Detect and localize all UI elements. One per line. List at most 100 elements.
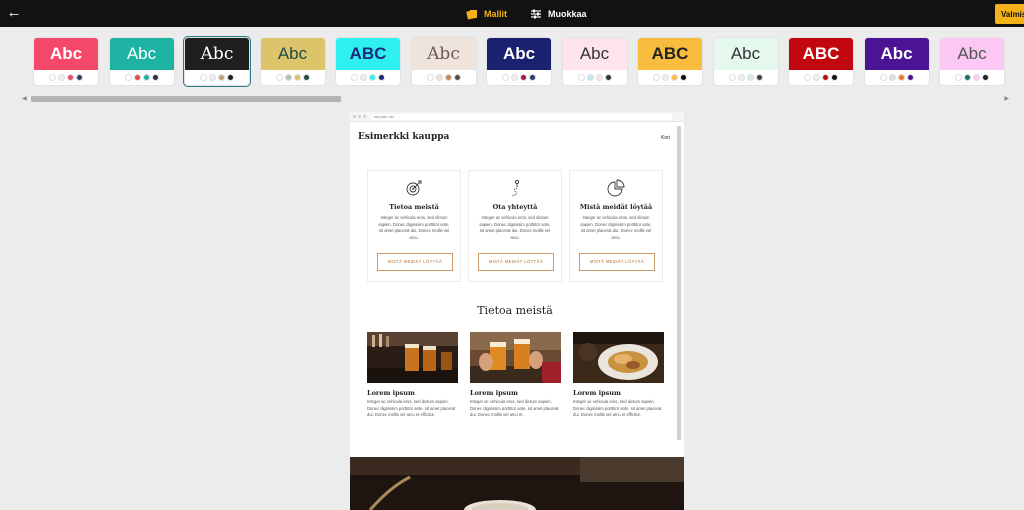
- theme-palette: [789, 70, 853, 85]
- theme-card[interactable]: Abc: [713, 38, 778, 85]
- tab-templates[interactable]: Mallit: [466, 7, 507, 21]
- palette-dot: [444, 74, 452, 81]
- site-preview: tarjoatu.net Esimerkki kauppa Kori Tieto…: [350, 112, 684, 510]
- theme-palette: [412, 70, 476, 85]
- theme-card[interactable]: ABC: [336, 38, 400, 85]
- palette-dot: [888, 74, 896, 81]
- url-bar: tarjoatu.net: [372, 113, 672, 120]
- post-card: Lorem ipsum Integer ac vehicula eros, se…: [470, 332, 561, 419]
- post-card: Lorem ipsum Integer ac vehicula eros, se…: [573, 332, 664, 419]
- theme-sample-text: Abc: [864, 38, 929, 70]
- palette-dot: [529, 74, 536, 81]
- target-icon: [406, 180, 422, 196]
- theme-sample-text: Abc: [260, 38, 325, 70]
- palette-dot: [435, 74, 443, 81]
- palette-dot: [653, 74, 660, 81]
- theme-card[interactable]: Abc: [183, 36, 251, 87]
- post-card: Lorem ipsum Integer ac vehicula eros, se…: [367, 332, 458, 419]
- theme-card[interactable]: Abc: [260, 38, 325, 85]
- palette-dot: [755, 74, 763, 81]
- palette-dot: [822, 74, 829, 81]
- theme-sample-text: Abc: [411, 38, 476, 70]
- beer-glasses-photo: [367, 332, 458, 383]
- palette-dot: [746, 74, 754, 81]
- window-dot-icon: [353, 115, 356, 118]
- palette-dot: [737, 74, 745, 81]
- theme-card[interactable]: Abc: [411, 38, 476, 85]
- pie-chart-icon: [607, 179, 625, 197]
- palette-dot: [879, 74, 887, 81]
- theme-card[interactable]: Abc: [109, 38, 174, 85]
- palette-dot: [595, 74, 603, 81]
- theme-palette: [638, 70, 702, 85]
- find-us-button[interactable]: MISTÄ MEIDÄT LÖYTÄÄ: [579, 253, 655, 271]
- palette-dot: [49, 74, 56, 81]
- palette-dot: [804, 74, 811, 81]
- palette-dot: [906, 74, 914, 81]
- tab-edit[interactable]: Muokkaa: [530, 7, 587, 21]
- preview-scrollbar[interactable]: [677, 126, 681, 440]
- palette-dot: [586, 74, 594, 81]
- theme-card[interactable]: Abc: [940, 38, 1004, 85]
- site-title: Esimerkki kauppa: [358, 132, 450, 142]
- palette-dot: [209, 74, 216, 81]
- palette-dot: [662, 74, 669, 81]
- scroll-left-icon[interactable]: ◀: [22, 95, 27, 102]
- palette-dot: [275, 74, 283, 81]
- theme-card[interactable]: ABC: [638, 38, 702, 85]
- palette-dot: [76, 74, 83, 81]
- palette-dot: [453, 74, 461, 81]
- post-title: Lorem ipsum: [573, 389, 621, 397]
- palette-dot: [671, 74, 678, 81]
- palette-dot: [369, 74, 376, 81]
- arrow-left-icon[interactable]: ←: [6, 5, 22, 21]
- theme-palette: [714, 70, 778, 85]
- palette-dot: [897, 74, 905, 81]
- feature-title: Tietoa meistä: [389, 203, 439, 211]
- theme-palette: [34, 70, 98, 85]
- palette-dot: [302, 74, 310, 81]
- horizontal-scrollbar[interactable]: ◀ ▶: [22, 96, 1009, 102]
- find-us-button[interactable]: MISTÄ MEIDÄT LÖYTÄÄ: [377, 253, 453, 271]
- theme-card[interactable]: Abc: [864, 38, 929, 85]
- palette-dot: [728, 74, 736, 81]
- scroll-right-icon[interactable]: ▶: [1004, 95, 1009, 102]
- feature-text: Integer ac vehicula eros, sed dictum sap…: [378, 215, 450, 240]
- theme-palette: [563, 70, 627, 85]
- theme-card[interactable]: Abc: [562, 38, 627, 85]
- palette-dot: [360, 74, 367, 81]
- palette-dot: [973, 74, 980, 81]
- post-text: Integer ac vehicula eros, sed dictum sap…: [367, 399, 456, 417]
- theme-card[interactable]: Abc: [34, 38, 98, 85]
- palette-dot: [58, 74, 65, 81]
- feature-card: Tietoa meistä Integer ac vehicula eros, …: [367, 170, 461, 282]
- sliders-icon: [531, 9, 541, 19]
- post-title: Lorem ipsum: [470, 389, 518, 397]
- palette-dot: [124, 74, 132, 81]
- palette-dot: [502, 74, 509, 81]
- cart-link[interactable]: Kori: [661, 135, 670, 141]
- palette-dot: [142, 74, 150, 81]
- theme-card[interactable]: ABC: [789, 38, 853, 85]
- theme-picker: Abc Abc Abc Abc ABC Abc Abc Abc ABC Abc ABC Abc Abc …: [0, 27, 1024, 105]
- food-plate-photo: [573, 332, 664, 383]
- top-bar: ← Mallit Muokkaa Valmis: [0, 0, 1024, 27]
- window-dot-icon: [358, 115, 361, 118]
- feature-card: Mistä meidät löytää Integer ac vehicula …: [569, 170, 663, 282]
- theme-palette: [185, 70, 249, 85]
- palette-dot: [284, 74, 292, 81]
- theme-palette: [940, 70, 1004, 85]
- done-button[interactable]: Valmis: [995, 4, 1024, 24]
- palette-dot: [520, 74, 527, 81]
- theme-sample-text: Abc: [487, 38, 551, 70]
- theme-palette: [336, 70, 400, 85]
- scrollbar-thumb[interactable]: [31, 96, 341, 102]
- theme-card[interactable]: Abc: [487, 38, 551, 85]
- theme-palette: [261, 70, 325, 85]
- find-us-button[interactable]: MISTÄ MEIDÄT LÖYTÄÄ: [478, 253, 554, 271]
- post-text: Integer ac vehicula eros, sed dictum sap…: [470, 399, 559, 417]
- theme-sample-text: ABC: [638, 38, 702, 70]
- theme-sample-text: ABC: [336, 38, 400, 70]
- palette-dot: [67, 74, 74, 81]
- theme-sample-text: Abc: [940, 38, 1004, 70]
